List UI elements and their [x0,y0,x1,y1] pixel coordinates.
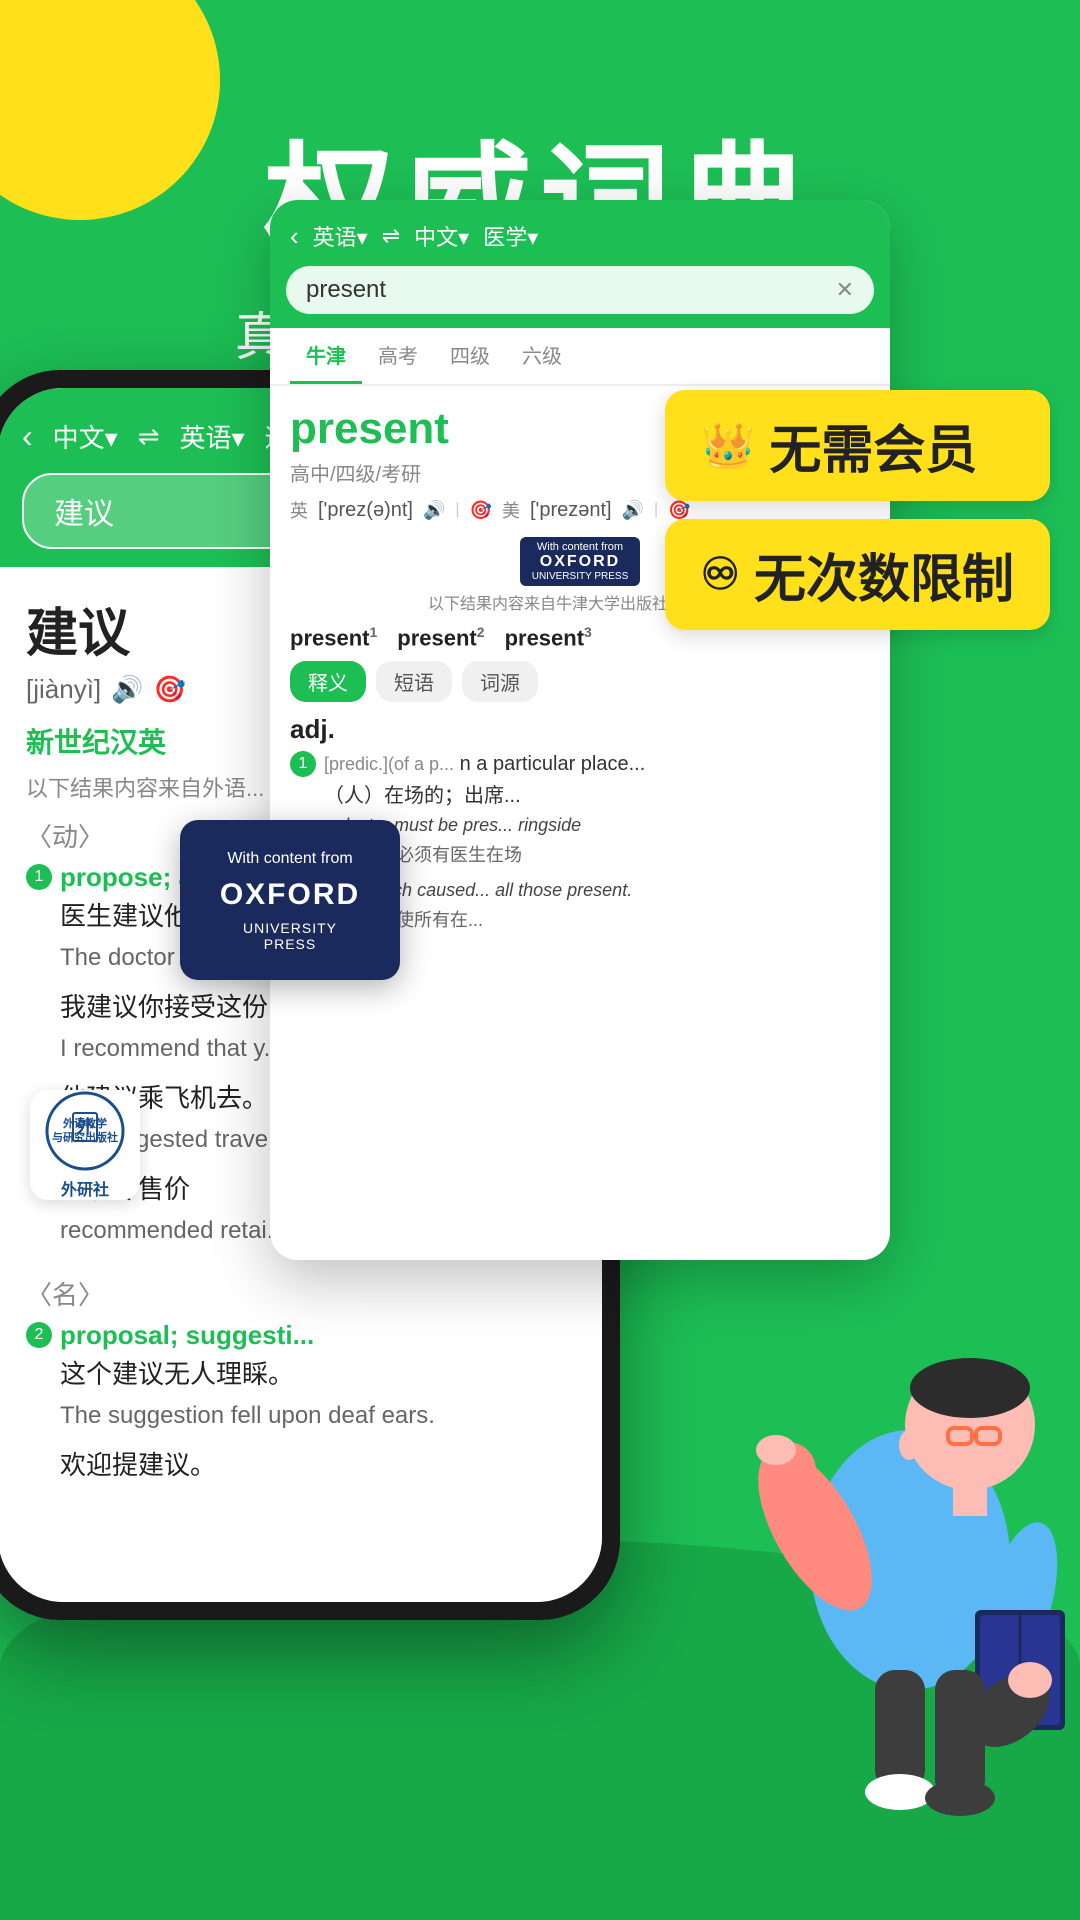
tab-ciyuan[interactable]: 词源 [462,661,538,702]
front-nav-medical[interactable]: 医学▾ [483,220,538,252]
practice-icon[interactable]: 🎯 [154,674,186,705]
back-nav-english[interactable]: 英语▾ [180,418,245,455]
oxford-with-content-text: With content from [227,848,352,870]
no-member-badge: 👑 无需会员 [665,390,1050,501]
oxford-small-line2: OXFORD [532,553,629,571]
front-def-pos: adj. [290,714,870,745]
back-pos2: 〈名〉 [26,1275,574,1312]
uk-phonetic: ['prez(ə)nt] [318,499,413,522]
uk-audio-icon[interactable]: 🔊 [423,500,445,521]
dict-tab-gaokao[interactable]: 高考 [362,328,434,384]
front-search-input-wrapper[interactable]: present ✕ [286,266,874,314]
man-illustration-svg [720,1240,1080,1840]
oxford-small-line1: With content from [532,541,629,553]
front-word-title: present [290,404,449,454]
us-phonetic: ['prezənt] [530,499,612,522]
oxford-university-text: UNIVERSITY PRESS [216,920,364,952]
character-man [720,1240,1080,1840]
front-search-bar: present ✕ [270,266,890,328]
badge-container: 👑 无需会员 ♾ 无次数限制 [665,390,1050,630]
svg-text:外: 外 [76,1116,94,1137]
us-label: 美 [502,497,520,523]
front-entry1-chinese: （人）在场的；出席... [324,779,645,808]
entry2-synset: proposal; suggesti... [60,1320,314,1350]
back-nav-switch[interactable]: ⇌ [138,421,160,452]
word-variant-1[interactable]: present1 [290,624,377,651]
def-tabs: 释义 短语 词源 [290,661,870,702]
front-nav: ‹ 英语▾ ⇌ 中文▾ 医学▾ [270,200,890,266]
oxford-small-line3: UNIVERSITY PRESS [532,571,629,582]
dict-tabs-row: 牛津 高考 四级 六级 [270,328,890,386]
back-entry2: 2 proposal; suggesti... 这个建议无人理睬。 The su… [26,1320,574,1489]
entry2-num: 2 [26,1322,52,1348]
entry1-num: 1 [26,864,52,890]
front-dict-panel: ‹ 英语▾ ⇌ 中文▾ 医学▾ present ✕ 牛津 高考 四级 六级 pr… [270,200,890,1260]
back-nav-back-icon[interactable]: ‹ [22,418,33,455]
unlimited-label: 无次数限制 [754,537,1014,612]
dict-tab-cet4[interactable]: 四级 [434,328,506,384]
unlimited-badge: ♾ 无次数限制 [665,519,1050,630]
ex6-zh: 欢迎提建议。 [60,1446,435,1485]
front-entry1-bracket: [predic.](of a p... n a particular place… [324,749,645,779]
back-nav-chinese[interactable]: 中文▾ [53,418,118,455]
word-variant-2[interactable]: present2 [397,624,484,651]
ex5-en: The suggestion fell upon deaf ears. [60,1398,435,1434]
dict-tab-cet6[interactable]: 六级 [506,328,578,384]
word-variant-3[interactable]: present3 [505,624,592,651]
front-search-word: present [306,276,386,304]
front-nav-english[interactable]: 英语▾ [313,220,368,252]
waiguyansh-label: 外研社 [45,1176,125,1200]
front-nav-switch[interactable]: ⇌ [382,223,400,249]
uk-label: 英 [290,497,308,523]
infinity-icon: ♾ [701,549,740,600]
front-entry1-num: 1 [290,751,316,777]
tab-duanyu[interactable]: 短语 [376,661,452,702]
waiguyansh-logo-icon: 外语教学 与研究出版社 外 [45,1091,125,1171]
crown-icon: 👑 [701,420,756,472]
front-nav-back-icon[interactable]: ‹ [290,221,299,252]
oxford-small-card: With content from OXFORD UNIVERSITY PRES… [520,537,641,586]
no-member-label: 无需会员 [769,408,977,483]
ex5-zh: 这个建议无人理睬。 [60,1355,435,1394]
waiguyansh-inner: 外语教学 与研究出版社 外 外研社 [45,1091,125,1200]
oxford-card: With content from OXFORD UNIVERSITY PRES… [180,820,400,980]
us-audio-icon[interactable]: 🔊 [622,500,644,521]
dict-tab-oxford[interactable]: 牛津 [290,328,362,384]
uk-practice-icon[interactable]: 🎯 [470,500,492,521]
front-word-level: 高中/四级/考研 [290,458,449,487]
waiguyansh-badge: 外语教学 与研究出版社 外 外研社 [30,1090,140,1200]
front-clear-icon[interactable]: ✕ [836,277,854,303]
oxford-logo-text: OXFORD [220,878,360,912]
front-nav-chinese[interactable]: 中文▾ [414,220,469,252]
audio-icon[interactable]: 🔊 [111,674,143,705]
tab-shiyi[interactable]: 释义 [290,661,366,702]
